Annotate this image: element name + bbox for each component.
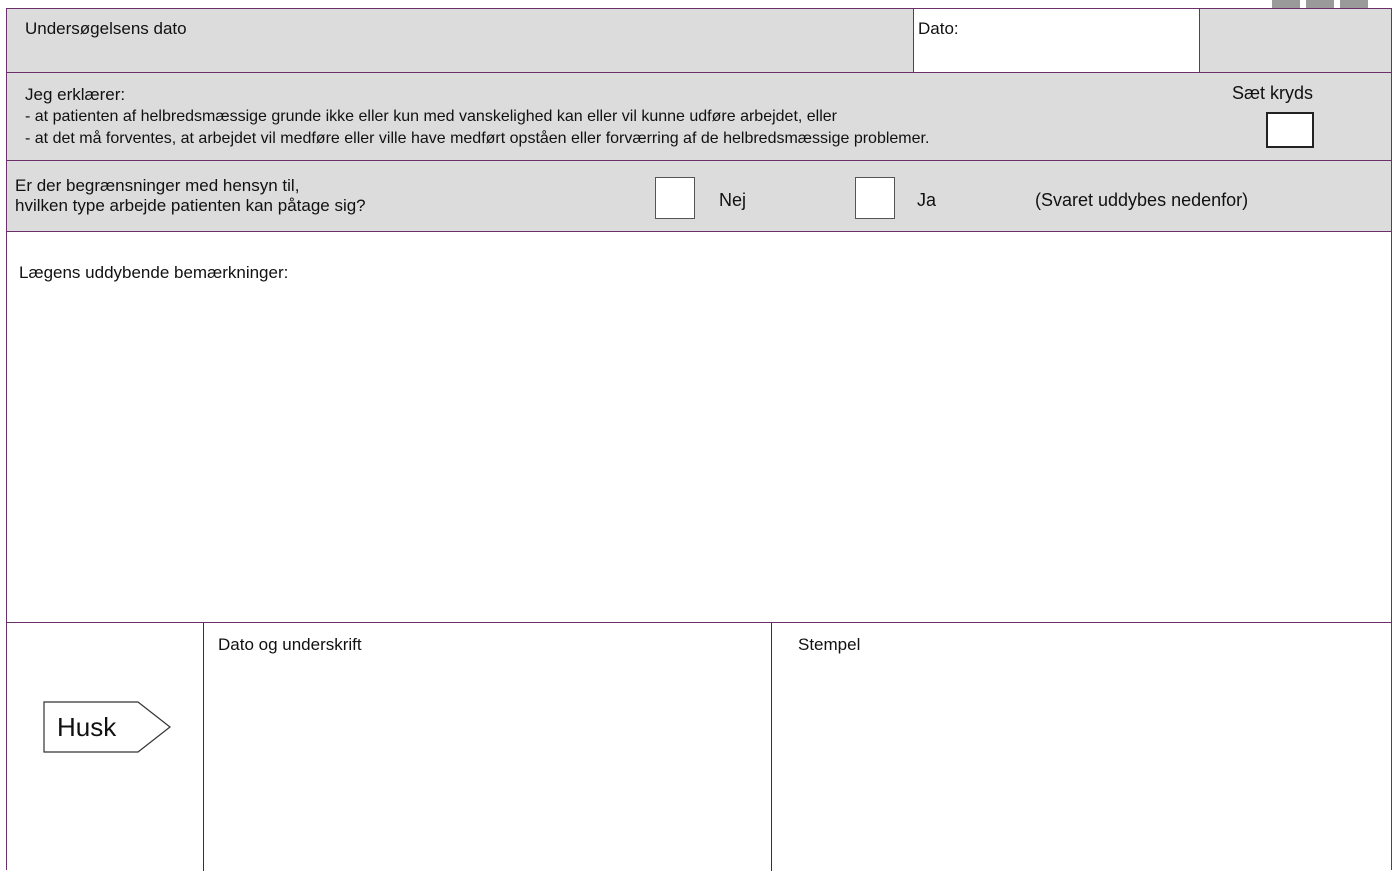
date-field-label: Dato: <box>918 19 959 38</box>
restrictions-question-line-2: hvilken type arbejde patienten kan påtag… <box>15 196 366 215</box>
restrictions-yes-checkbox[interactable] <box>855 177 895 219</box>
exam-date-row: Undersøgelsens dato Dato: <box>6 8 1392 73</box>
husk-label: Husk <box>57 712 117 742</box>
declaration-checkbox[interactable] <box>1266 112 1314 148</box>
signature-field[interactable]: Dato og underskrift <box>203 623 772 871</box>
restrictions-no-checkbox[interactable] <box>655 177 695 219</box>
restrictions-yes-label: Ja <box>917 190 937 210</box>
remarks-label: Lægens uddybende bemærkninger: <box>19 263 289 282</box>
remarks-area[interactable]: Lægens uddybende bemærkninger: <box>6 231 1392 623</box>
exam-date-label: Undersøgelsens dato <box>25 19 187 38</box>
stamp-label: Stempel <box>798 635 861 654</box>
signature-label: Dato og underskrift <box>218 635 362 654</box>
husk-reminder-tag: Husk <box>43 701 173 753</box>
date-field[interactable]: Dato: <box>913 9 1200 72</box>
declaration-row: Jeg erklærer: - at patienten af helbreds… <box>6 72 1392 161</box>
declaration-line-1: - at patienten af helbredsmæssige grunde… <box>25 108 838 125</box>
declaration-heading: Jeg erklærer: <box>25 85 126 104</box>
top-cutoff-strip <box>0 0 1395 8</box>
restrictions-note: (Svaret uddybes nedenfor) <box>1035 190 1249 210</box>
restrictions-no-label: Nej <box>719 190 747 210</box>
restrictions-question-line-1: Er der begrænsninger med hensyn til, <box>15 176 300 195</box>
check-instruction-label: Sæt kryds <box>1232 83 1314 103</box>
declaration-line-2: - at det må forventes, at arbejdet vil m… <box>25 130 930 147</box>
stamp-field[interactable]: Stempel <box>772 623 1392 871</box>
footer-row: Husk Dato og underskrift Stempel <box>6 622 1392 871</box>
restrictions-row: Er der begrænsninger med hensyn til, hvi… <box>6 160 1392 232</box>
